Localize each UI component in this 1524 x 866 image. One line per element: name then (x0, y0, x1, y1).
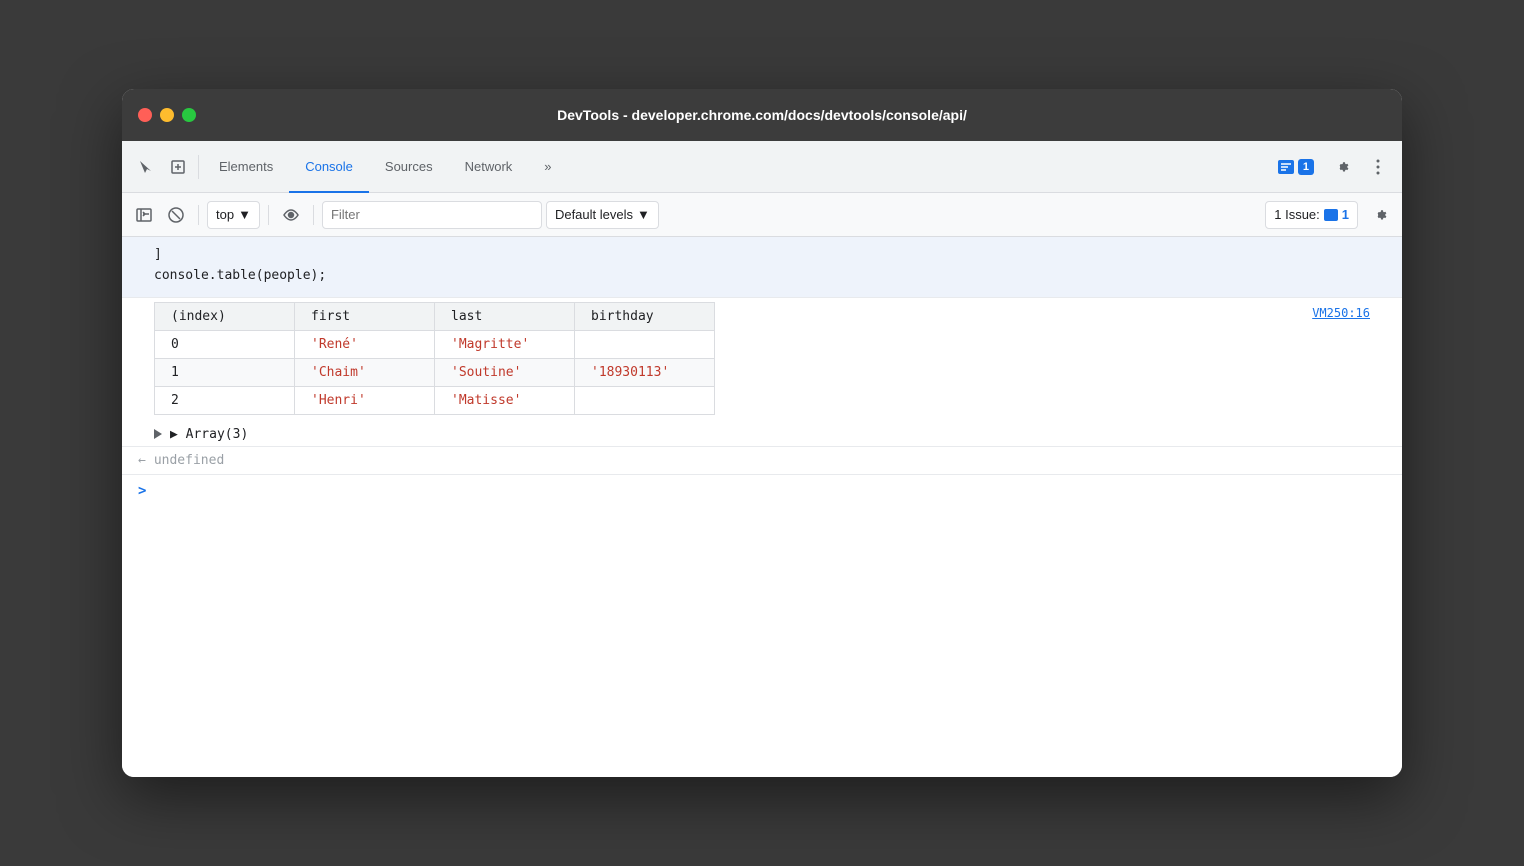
cell-index-0: 0 (155, 330, 295, 358)
undefined-value: undefined (154, 453, 224, 468)
issues-btn[interactable]: 1 Issue: 1 (1265, 201, 1358, 229)
code-line-2: console.table(people); (154, 266, 1386, 287)
expand-arrow-icon (154, 429, 162, 439)
devtools-window: DevTools - developer.chrome.com/docs/dev… (122, 89, 1402, 777)
cell-birthday-1: '18930113' (575, 358, 715, 386)
cell-first-0: 'René' (295, 330, 435, 358)
sidebar-toggle-btn[interactable] (130, 201, 158, 229)
table-row: 1 'Chaim' 'Soutine' '18930113' (155, 358, 715, 386)
tabs-list: Elements Console Sources Network » (203, 141, 1270, 192)
minimize-button[interactable] (160, 108, 174, 122)
issues-count-label: 1 Issue: (1274, 207, 1320, 222)
table-row: 0 'René' 'Magritte' (155, 330, 715, 358)
tab-elements[interactable]: Elements (203, 141, 289, 193)
tab-more[interactable]: » (528, 141, 567, 193)
console-settings-btn[interactable] (1366, 201, 1394, 229)
cursor-icon (138, 159, 154, 175)
console-gear-icon (1372, 207, 1388, 223)
code-block: ] console.table(people); (122, 237, 1402, 298)
prompt-symbol: > (138, 483, 146, 499)
message-icon (1278, 160, 1294, 174)
issues-badge: 1 (1342, 207, 1349, 222)
close-button[interactable] (138, 108, 152, 122)
console-toolbar: top ▼ Default levels ▼ 1 Issue: 1 (122, 193, 1402, 237)
cursor-icon-btn[interactable] (130, 151, 162, 183)
context-value: top (216, 207, 234, 222)
col-header-index: (index) (155, 302, 295, 330)
maximize-button[interactable] (182, 108, 196, 122)
tabs-right-controls: 1 (1270, 151, 1394, 183)
more-vertical-icon (1376, 159, 1380, 175)
issue-message-icon (1324, 209, 1338, 221)
cell-first-2: 'Henri' (295, 386, 435, 414)
levels-dropdown[interactable]: Default levels ▼ (546, 201, 659, 229)
vm-link[interactable]: VM250:16 (1312, 302, 1386, 320)
filter-input[interactable] (322, 201, 542, 229)
chevron-down-icon: ▼ (238, 207, 251, 222)
array-toggle[interactable]: ▶ Array(3) (122, 423, 1402, 446)
cell-index-2: 2 (155, 386, 295, 414)
clear-icon (168, 207, 184, 223)
tab-divider (198, 155, 199, 179)
tab-sources[interactable]: Sources (369, 141, 449, 193)
messages-count: 1 (1298, 159, 1314, 175)
sidebar-icon (136, 207, 152, 223)
cell-last-1: 'Soutine' (435, 358, 575, 386)
col-header-last: last (435, 302, 575, 330)
console-area: ] console.table(people); VM250:16 (index… (122, 237, 1402, 777)
messages-badge-btn[interactable]: 1 (1270, 155, 1322, 179)
context-selector[interactable]: top ▼ (207, 201, 260, 229)
cell-last-2: 'Matisse' (435, 386, 575, 414)
prompt-line[interactable]: > (122, 474, 1402, 507)
window-title: DevTools - developer.chrome.com/docs/dev… (557, 107, 967, 123)
tab-console[interactable]: Console (289, 141, 369, 193)
table-header-row: (index) first last birthday (155, 302, 715, 330)
cell-first-1: 'Chaim' (295, 358, 435, 386)
undefined-line: ← undefined (122, 446, 1402, 474)
inspect-icon (170, 159, 186, 175)
code-line-1: ] (154, 245, 1386, 266)
cell-birthday-0 (575, 330, 715, 358)
table-row: 2 'Henri' 'Matisse' (155, 386, 715, 414)
tab-network[interactable]: Network (449, 141, 529, 193)
inspect-icon-btn[interactable] (162, 151, 194, 183)
eye-icon (283, 207, 299, 223)
titlebar: DevTools - developer.chrome.com/docs/dev… (122, 89, 1402, 141)
array-label: ▶ Array(3) (170, 427, 248, 442)
toolbar-divider2 (268, 205, 269, 225)
console-table-container: (index) first last birthday 0 'René' 'Ma… (122, 302, 1402, 423)
eye-icon-btn[interactable] (277, 201, 305, 229)
console-table: (index) first last birthday 0 'René' 'Ma… (154, 302, 715, 415)
devtools-tabbar: Elements Console Sources Network » (122, 141, 1402, 193)
col-header-first: first (295, 302, 435, 330)
cell-last-0: 'Magritte' (435, 330, 575, 358)
gear-icon (1334, 159, 1350, 175)
traffic-lights (138, 108, 196, 122)
settings-icon-btn[interactable] (1326, 151, 1358, 183)
levels-label: Default levels (555, 207, 633, 222)
levels-chevron-icon: ▼ (637, 207, 650, 222)
toolbar-divider (198, 205, 199, 225)
cell-birthday-2 (575, 386, 715, 414)
col-header-birthday: birthday (575, 302, 715, 330)
more-options-icon-btn[interactable] (1362, 151, 1394, 183)
cell-index-1: 1 (155, 358, 295, 386)
clear-btn[interactable] (162, 201, 190, 229)
return-arrow-icon: ← (138, 453, 146, 468)
toolbar-divider3 (313, 205, 314, 225)
